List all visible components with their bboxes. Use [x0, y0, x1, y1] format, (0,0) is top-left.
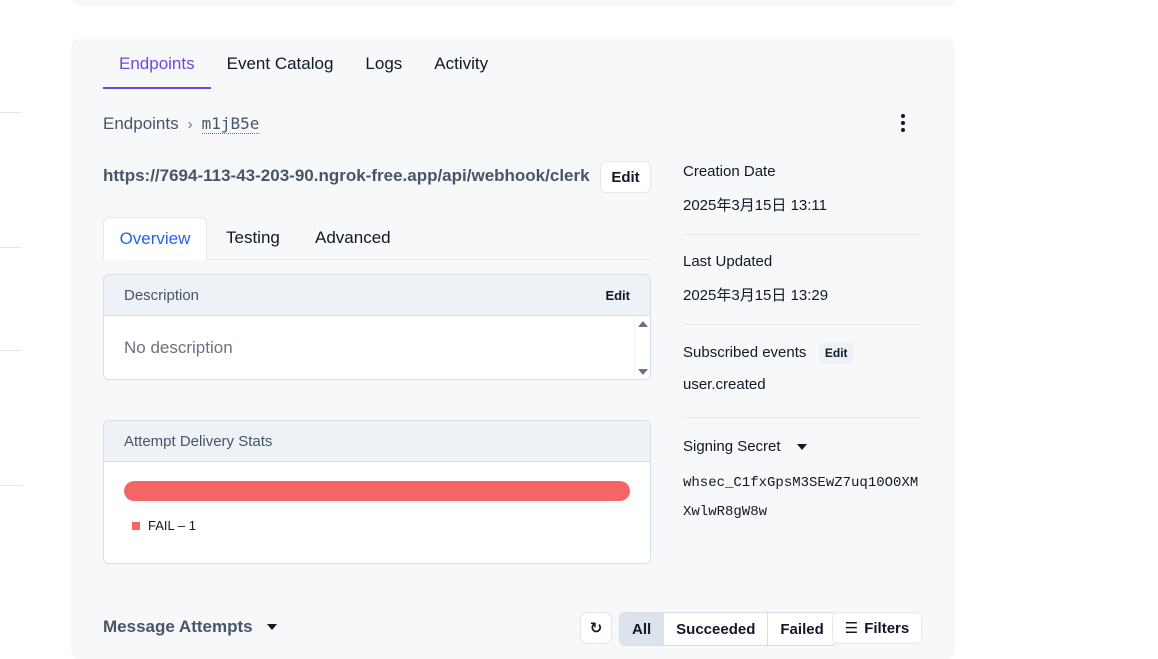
- description-card: Description Edit No description: [103, 274, 651, 380]
- description-header: Description Edit: [104, 275, 650, 316]
- tab-event-catalog[interactable]: Event Catalog: [211, 39, 350, 89]
- meta-divider: [683, 234, 922, 235]
- filter-icon: ☰: [844, 620, 859, 637]
- creation-date-label: Creation Date: [683, 163, 776, 180]
- top-card: [71, 0, 955, 6]
- edit-url-button[interactable]: Edit: [600, 161, 651, 193]
- tab-advanced[interactable]: Advanced: [315, 217, 391, 259]
- creation-date: Creation Date 2025年3月15日 13:11: [683, 163, 922, 215]
- breadcrumb-endpoints[interactable]: Endpoints: [103, 114, 179, 134]
- creation-date-value: 2025年3月15日 13:11: [683, 197, 827, 214]
- description-scrollbar[interactable]: [634, 316, 650, 379]
- delivery-legend: FAIL – 1: [132, 518, 196, 533]
- status-filter-group: All Succeeded Failed: [619, 612, 837, 646]
- sub-tabs: Overview Testing Advanced: [103, 217, 651, 260]
- message-attempts-label: Message Attempts: [103, 617, 253, 636]
- refresh-button[interactable]: ↻: [580, 612, 612, 644]
- tab-logs[interactable]: Logs: [349, 39, 418, 89]
- last-updated-label: Last Updated: [683, 253, 773, 270]
- message-attempts-title[interactable]: Message Attempts: [103, 617, 277, 637]
- signing-secret-value: whsec_C1fxGpsM3SEwZ7uq10O0XMXwlwR8gW8w: [683, 475, 919, 520]
- left-divider: [0, 112, 22, 113]
- main-tabs: Endpoints Event Catalog Logs Activity: [103, 39, 504, 89]
- edit-events-button[interactable]: Edit: [818, 342, 854, 364]
- left-divider: [0, 485, 22, 486]
- chevron-right-icon: ›: [187, 115, 193, 133]
- filter-all-button[interactable]: All: [620, 613, 664, 645]
- endpoint-url: https://7694-113-43-203-90.ngrok-free.ap…: [103, 166, 590, 185]
- fail-legend-label: FAIL – 1: [148, 518, 196, 533]
- left-divider: [0, 247, 22, 248]
- refresh-icon: ↻: [589, 620, 603, 637]
- tab-testing[interactable]: Testing: [226, 217, 280, 259]
- filter-succeeded-button[interactable]: Succeeded: [663, 613, 767, 645]
- subscribed-event-value: user.created: [683, 376, 766, 393]
- filters-button[interactable]: ☰ Filters: [832, 612, 922, 644]
- signing-secret: Signing Secret whsec_C1fxGpsM3SEwZ7uq10O…: [683, 438, 922, 527]
- meta-divider: [683, 324, 922, 325]
- last-updated-value: 2025年3月15日 13:29: [683, 287, 829, 304]
- signing-secret-label: Signing Secret: [683, 438, 781, 455]
- fail-bar-segment: [124, 481, 630, 501]
- filter-failed-button[interactable]: Failed: [767, 613, 835, 645]
- description-title: Description: [124, 286, 200, 304]
- fail-swatch-icon: [132, 521, 140, 530]
- more-options-icon[interactable]: [890, 110, 916, 136]
- delivery-stats-bar: [124, 481, 630, 501]
- subscribed-events-row: Subscribed events Edit: [683, 342, 922, 364]
- tab-overview[interactable]: Overview: [103, 217, 207, 260]
- last-updated: Last Updated 2025年3月15日 13:29: [683, 253, 922, 305]
- chevron-down-icon[interactable]: [266, 624, 277, 630]
- subscribed-events: Subscribed events Edit user.created: [683, 342, 922, 393]
- left-divider: [0, 350, 22, 351]
- scroll-down-icon[interactable]: [638, 369, 648, 375]
- chevron-down-icon[interactable]: [797, 443, 808, 450]
- delivery-stats-card: Attempt Delivery Stats FAIL – 1: [103, 420, 651, 564]
- filters-label: Filters: [864, 619, 910, 637]
- delivery-stats-title: Attempt Delivery Stats: [124, 432, 273, 450]
- breadcrumb: Endpoints › m1jB5e: [103, 114, 260, 134]
- scroll-up-icon[interactable]: [638, 321, 648, 327]
- meta-divider: [683, 417, 922, 418]
- subscribed-events-label: Subscribed events: [683, 344, 807, 362]
- signing-secret-row[interactable]: Signing Secret: [683, 438, 922, 456]
- tab-activity[interactable]: Activity: [418, 39, 504, 89]
- description-text: No description: [124, 338, 233, 357]
- tab-endpoints[interactable]: Endpoints: [103, 39, 211, 89]
- description-body: No description: [104, 316, 650, 379]
- edit-description-button[interactable]: Edit: [605, 288, 630, 303]
- delivery-stats-header: Attempt Delivery Stats: [104, 421, 650, 462]
- breadcrumb-endpoint-id[interactable]: m1jB5e: [201, 114, 260, 134]
